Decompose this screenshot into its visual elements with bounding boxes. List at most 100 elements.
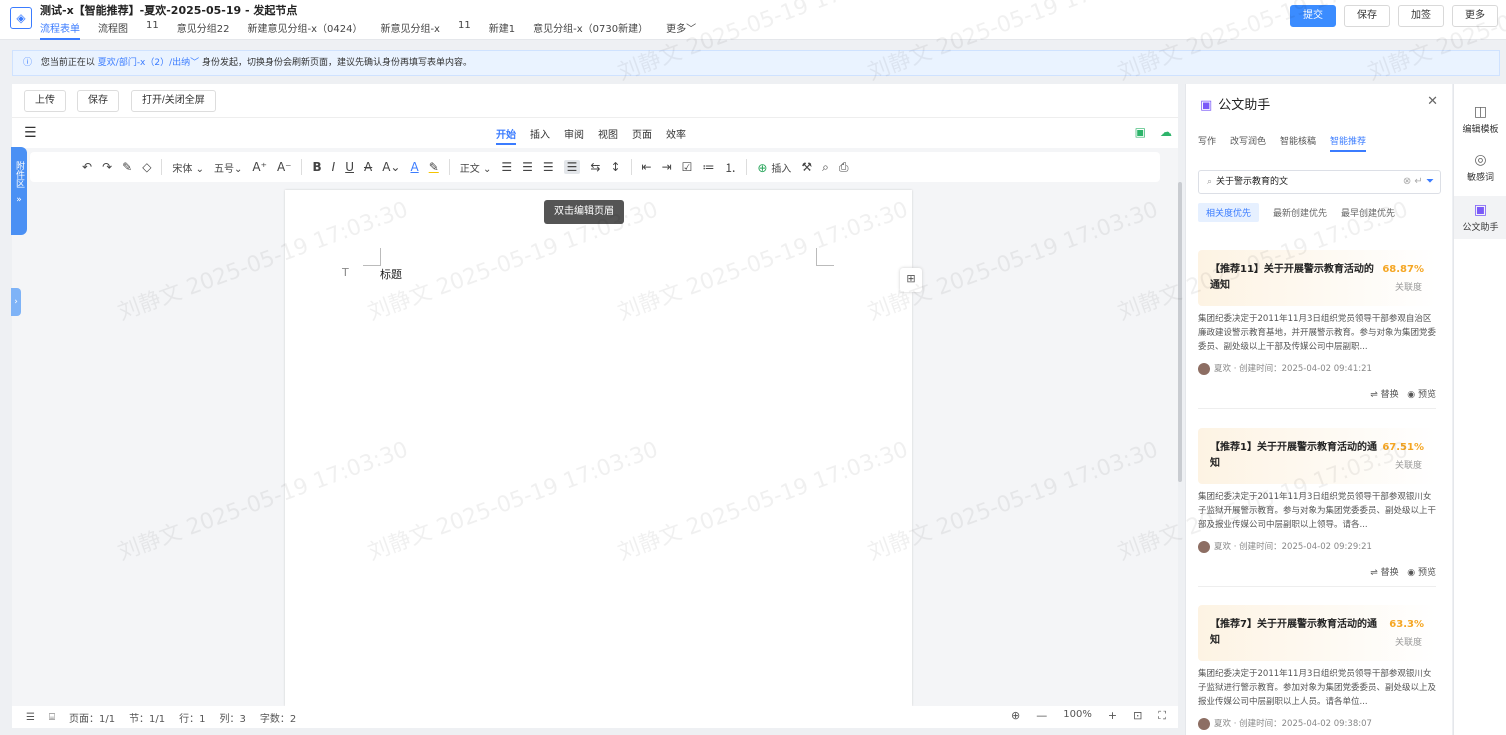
identity-label: 夏欢/部门-x（2）/出纳 [97, 58, 191, 68]
upload-button[interactable]: 上传 [24, 90, 66, 112]
ribbon-tab-start[interactable]: 开始 [496, 126, 516, 145]
zoom-in-icon[interactable]: + [1108, 709, 1117, 723]
format-painter-icon[interactable]: ✎ [122, 160, 132, 174]
card-created: 创建时间：2025-04-02 09:29:21 [1239, 542, 1372, 552]
document-assistant-panel: ▣ 公文助手 ✕ 写作 改写润色 智能核稿 智能推荐 ⌕ 关于警示教育的文 ⊗ ↵ … [1185, 84, 1452, 735]
align-right-icon[interactable]: ☰ [543, 160, 554, 174]
comment-icon[interactable]: ⊞ [900, 268, 922, 292]
submit-button[interactable]: 提交 [1290, 5, 1336, 27]
insert-button[interactable]: ⊕ 插入 [757, 160, 791, 175]
card-title: 【推荐11】关于开展警示教育活动的通知 [1210, 264, 1374, 291]
font-size-select[interactable]: 五号⌄ [214, 160, 242, 175]
card-header: 【推荐7】关于开展警示教育活动的通知 63.3% 关联度 [1198, 605, 1436, 661]
bullet-list-icon[interactable]: ≔ [702, 160, 714, 174]
editor-scrollbar[interactable] [1178, 182, 1182, 482]
sort-newest[interactable]: 最新创建优先 [1273, 206, 1327, 222]
italic-icon[interactable]: I [332, 160, 336, 174]
ribbon-tab-efficiency[interactable]: 效率 [666, 126, 686, 145]
ribbon-tab-review[interactable]: 审阅 [564, 126, 584, 145]
bold-icon[interactable]: B [312, 160, 321, 174]
attachment-panel-tab[interactable]: 附件区 » [11, 147, 27, 235]
justify-icon[interactable]: ☰ [563, 160, 581, 174]
identity-switcher[interactable]: 夏欢/部门-x（2）/出纳﹀ [98, 58, 199, 68]
sort-oldest[interactable]: 最早创建优先 [1341, 206, 1395, 222]
assistant-tab-rewrite[interactable]: 改写润色 [1230, 134, 1266, 152]
increase-font-icon[interactable]: A⁺ [252, 160, 267, 174]
replace-button[interactable]: ⇌ 替换 [1370, 568, 1398, 578]
close-icon[interactable]: ✕ [1427, 94, 1438, 109]
structure-icon[interactable]: ⌸ [49, 712, 55, 723]
tab-opinion-group-0730[interactable]: 意见分组-x（0730新建） [533, 20, 648, 40]
decrease-font-icon[interactable]: A⁻ [277, 160, 292, 174]
zoom-level[interactable]: 100% [1063, 709, 1092, 723]
fullscreen-toggle-button[interactable]: 打开/关闭全屏 [131, 90, 216, 112]
filter-icon[interactable]: ⏷ [1426, 176, 1434, 187]
tools-icon[interactable]: ⚒ [801, 160, 812, 174]
fit-page-icon[interactable]: ⊡ [1133, 709, 1142, 723]
highlight-icon[interactable]: ✎ [429, 160, 439, 174]
recommend-card[interactable]: 【推荐1】关于开展警示教育活动的通知 67.51% 关联度 集团纪委决定于201… [1198, 428, 1436, 587]
line-spacing-icon[interactable]: ↕ [610, 160, 620, 174]
ribbon-tab-view[interactable]: 视图 [598, 126, 618, 145]
ribbon-tab-page[interactable]: 页面 [632, 126, 652, 145]
redo-icon[interactable]: ↷ [102, 160, 112, 174]
assistant-tab-recommend[interactable]: 智能推荐 [1330, 134, 1367, 152]
document-heading[interactable]: 标题 [380, 266, 402, 282]
undo-icon[interactable]: ↶ [82, 160, 92, 174]
rail-edit-template[interactable]: ◫ 编辑模板 [1454, 104, 1506, 135]
tab-new-opinion-group-0424[interactable]: 新建意见分组-x（0424） [247, 20, 362, 40]
fullscreen-icon[interactable]: ⛶ [1158, 709, 1166, 723]
info-icon: ⓘ [23, 58, 33, 68]
sort-relevance[interactable]: 相关度优先 [1198, 203, 1260, 222]
ribbon-tab-insert[interactable]: 插入 [530, 126, 550, 145]
print-icon[interactable]: ⎙ [839, 160, 849, 175]
rail-sensitive-words[interactable]: ◎ 敏感词 [1454, 152, 1506, 183]
assistant-tab-proofread[interactable]: 智能核稿 [1280, 134, 1316, 152]
tab-flow-chart[interactable]: 流程图 [98, 20, 128, 40]
tab-11-b[interactable]: 11 [458, 20, 471, 40]
image-icon[interactable]: ▣ [1135, 125, 1146, 139]
zoom-out-icon[interactable]: — [1036, 709, 1047, 723]
recommend-card[interactable]: 【推荐11】关于开展警示教育活动的通知 68.87% 关联度 集团纪委决定于20… [1198, 250, 1436, 409]
underline-icon[interactable]: U [345, 160, 354, 174]
align-left-icon[interactable]: ☰ [501, 160, 512, 174]
distributed-align-icon[interactable]: ⇆ [590, 160, 600, 174]
more-button[interactable]: 更多 [1452, 5, 1498, 27]
checkbox-icon[interactable]: ☑ [682, 160, 693, 174]
preview-button[interactable]: ◉ 预览 [1407, 390, 1436, 400]
tab-new-opinion-group[interactable]: 新意见分组-x [380, 20, 440, 40]
rail-document-assistant[interactable]: ▣ 公文助手 [1454, 196, 1506, 239]
clear-icon[interactable]: ⊗ [1403, 176, 1411, 187]
indent-icon[interactable]: ⇥ [662, 160, 672, 174]
align-center-icon[interactable]: ☰ [522, 160, 533, 174]
recommend-search-input[interactable]: ⌕ 关于警示教育的文 ⊗ ↵ ⏷ [1198, 170, 1441, 194]
paragraph-style-select[interactable]: 正文 ⌄ [460, 160, 492, 175]
notice-prefix: 您当前正在以 [40, 58, 95, 68]
save-button[interactable]: 保存 [1344, 5, 1390, 27]
text-effect-icon[interactable]: A⌄ [382, 160, 400, 174]
preview-button[interactable]: ◉ 预览 [1407, 568, 1436, 578]
add-signer-button[interactable]: 加签 [1398, 5, 1444, 27]
editor-save-button[interactable]: 保存 [77, 90, 119, 112]
assistant-tab-write[interactable]: 写作 [1198, 134, 1216, 152]
cloud-saved-icon[interactable]: ☁ [1160, 125, 1172, 139]
search-icon[interactable]: ⌕ [822, 160, 829, 175]
strikethrough-icon[interactable]: A [364, 160, 372, 174]
tab-flow-form[interactable]: 流程表单 [40, 20, 80, 40]
font-family-select[interactable]: 宋体 ⌄ [172, 160, 204, 175]
tab-opinion-group-22[interactable]: 意见分组22 [177, 20, 230, 40]
outdent-icon[interactable]: ⇤ [642, 160, 652, 174]
expand-nav-tab[interactable]: › [11, 288, 21, 316]
tab-new-1[interactable]: 新建1 [489, 20, 515, 40]
font-color-icon[interactable]: A [410, 160, 418, 174]
tab-11-a[interactable]: 11 [146, 20, 159, 40]
tab-more[interactable]: 更多﹀ [666, 20, 696, 40]
numbered-list-icon[interactable]: ⒈ [724, 159, 736, 176]
enter-icon[interactable]: ↵ [1414, 176, 1422, 187]
outline-icon[interactable]: ☰ [26, 712, 35, 723]
hamburger-menu-icon[interactable]: ☰ [24, 125, 37, 141]
web-view-icon[interactable]: ⊕ [1011, 709, 1020, 723]
recommend-card[interactable]: 【推荐7】关于开展警示教育活动的通知 63.3% 关联度 集团纪委决定于2011… [1198, 605, 1436, 730]
clear-format-icon[interactable]: ◇ [142, 160, 151, 174]
replace-button[interactable]: ⇌ 替换 [1370, 390, 1398, 400]
